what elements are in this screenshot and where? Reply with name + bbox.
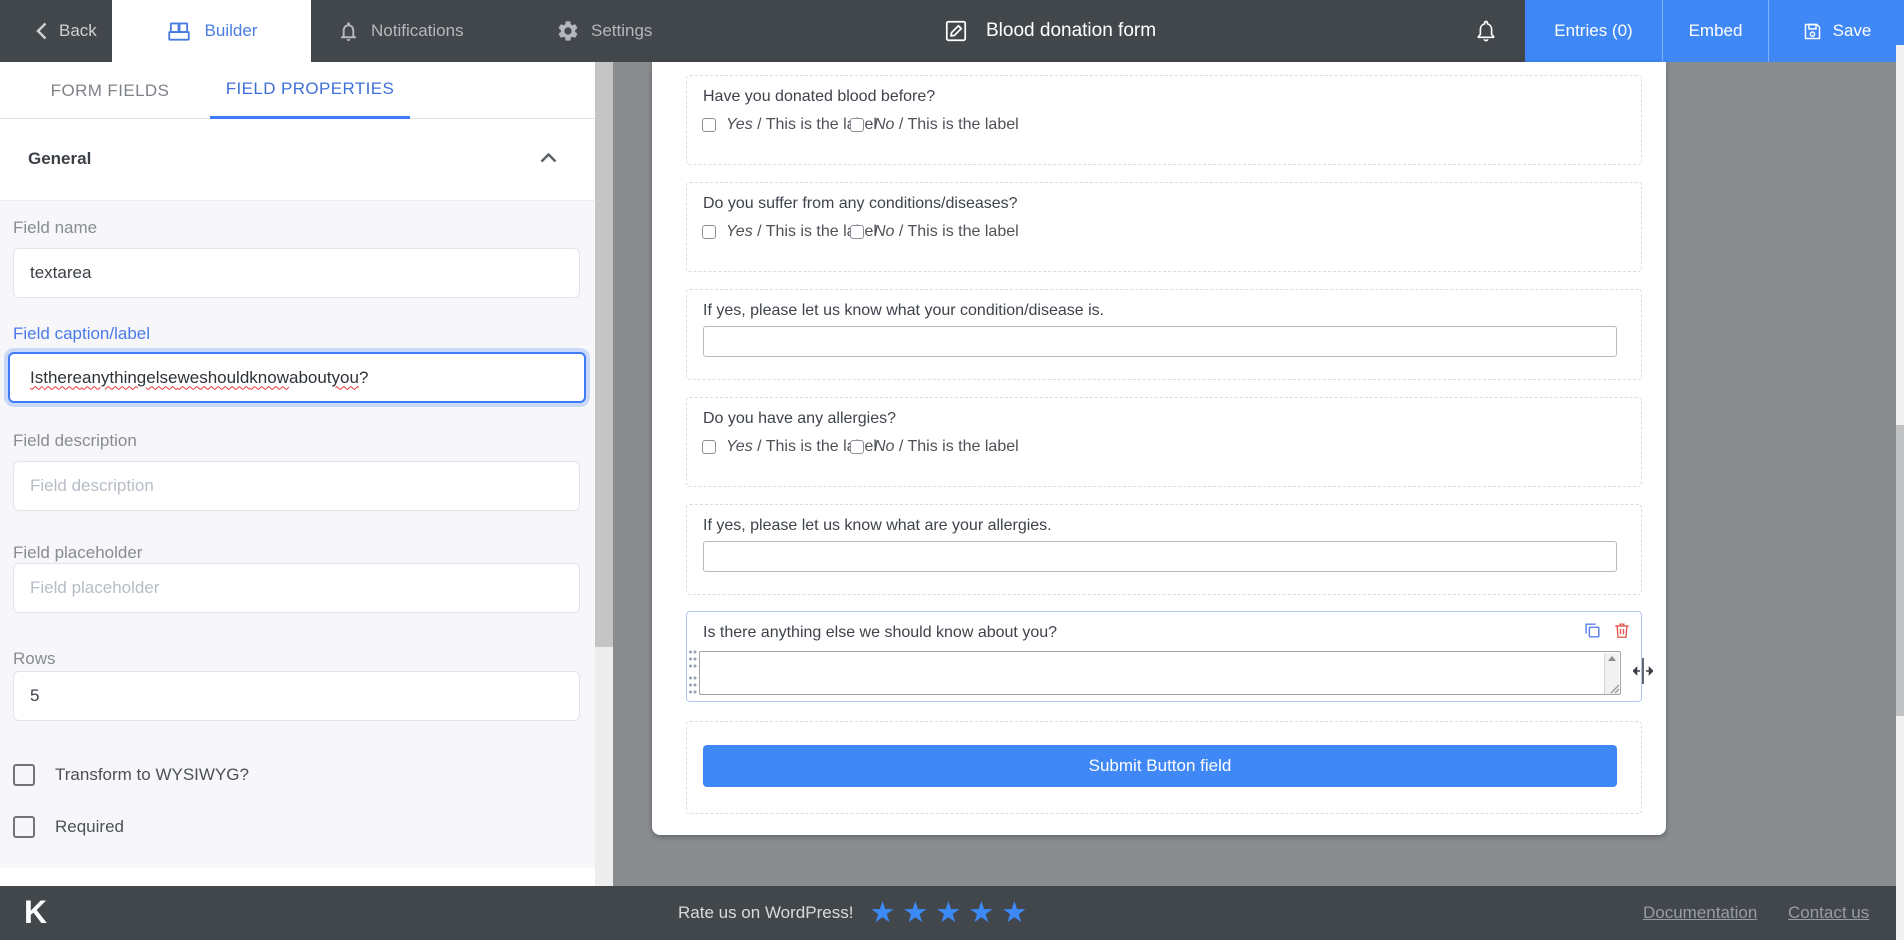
field-placeholder-input[interactable] (13, 563, 580, 613)
back-label: Back (59, 21, 97, 40)
option-no[interactable]: No / This is the label (850, 438, 1019, 456)
rows-input[interactable] (13, 671, 580, 721)
option-label: No / This is the label (874, 438, 1019, 455)
checkbox[interactable] (702, 118, 716, 132)
tab-notifications[interactable]: Notifications (337, 0, 464, 62)
gear-icon (558, 21, 578, 41)
rows-label: Rows (13, 649, 56, 668)
tab-field-properties[interactable]: FIELD PROPERTIES (210, 62, 410, 119)
field-label: Do you have any allergies? (703, 410, 897, 427)
field-properties-panel: Field name Field caption/label Is there … (0, 200, 595, 868)
tab-builder[interactable]: Builder (112, 0, 311, 62)
save-floppy-icon (1804, 23, 1820, 39)
option-label: No / This is the label (874, 223, 1019, 240)
option-no[interactable]: No / This is the label (850, 116, 1019, 134)
option-no[interactable]: No / This is the label (850, 223, 1019, 241)
field-name-input[interactable] (13, 248, 580, 298)
checkbox[interactable] (850, 225, 864, 239)
field-name-label: Field name (13, 218, 98, 237)
general-section-title: General (28, 149, 92, 168)
rate-us-text: Rate us on WordPress! (678, 903, 854, 922)
field-description-label: Field description (13, 431, 137, 450)
field-label: Have you donated blood before? (703, 88, 936, 105)
embed-button[interactable]: Embed (1662, 0, 1768, 62)
field-label: Is there anything else we should know ab… (703, 624, 1058, 641)
topbar-actions: Entries (0) Embed Save (1525, 0, 1904, 62)
tab-form-fields[interactable]: FORM FIELDS (40, 62, 180, 119)
option-label: No / This is the label (874, 116, 1019, 133)
save-button-label: Save (1832, 21, 1872, 40)
field-label: Do you suffer from any conditions/diseas… (703, 195, 1018, 212)
documentation-link[interactable]: Documentation (1643, 903, 1757, 923)
wysiwyg-checkbox-box[interactable] (13, 764, 35, 786)
builder-bricks-icon (167, 22, 190, 41)
textarea-scroll-up-arrow[interactable] (1608, 656, 1616, 661)
textarea-resize-grip[interactable] (1608, 682, 1620, 694)
field-label: If yes, please let us know what your con… (703, 302, 1105, 319)
field-row-allergies-detail[interactable]: If yes, please let us know what are your… (686, 504, 1642, 595)
field-row-conditions[interactable]: Do you suffer from any conditions/diseas… (686, 182, 1642, 272)
field-label: If yes, please let us know what are your… (703, 517, 1052, 534)
tab-settings[interactable]: Settings (556, 0, 652, 62)
form-preview-card: Have you donated blood before? Yes / Thi… (652, 62, 1666, 835)
entries-button-label: Entries (0) (1554, 21, 1633, 40)
required-checkbox[interactable]: Required (13, 816, 124, 838)
form-title-group: Blood donation form (943, 0, 1156, 62)
general-section-header[interactable]: General (0, 119, 595, 200)
top-bar: Back Builder Notifications Settings Bloo… (0, 0, 1904, 62)
tab-notifications-label: Notifications (371, 21, 464, 40)
delete-trash-icon[interactable] (1613, 620, 1631, 641)
form-preview-area: Have you donated blood before? Yes / Thi… (613, 62, 1896, 886)
rating-stars[interactable]: ★★★★★ (869, 886, 1034, 940)
bell-icon (340, 21, 357, 41)
sidebar-tabs: FORM FIELDS FIELD PROPERTIES (0, 62, 595, 119)
field-description-input[interactable] (13, 461, 580, 511)
contact-us-link[interactable]: Contact us (1788, 903, 1869, 923)
back-button[interactable]: Back (36, 0, 97, 62)
sidebar: FORM FIELDS FIELD PROPERTIES General Fie… (0, 62, 595, 886)
field-row-textarea-selected[interactable]: Is there anything else we should know ab… (686, 611, 1653, 702)
wysiwyg-checkbox[interactable]: Transform to WYSIWYG? (13, 764, 249, 786)
page-scrollbar-thumb[interactable] (1896, 425, 1904, 716)
chevron-up-icon[interactable] (540, 153, 557, 163)
drag-handle-icon[interactable] (688, 648, 697, 696)
kali-forms-logo: K (24, 894, 48, 930)
embed-button-label: Embed (1688, 21, 1743, 40)
save-button[interactable]: Save (1768, 0, 1904, 62)
field-placeholder-label: Field placeholder (13, 543, 143, 562)
field-row-donated-before[interactable]: Have you donated blood before? Yes / Thi… (686, 75, 1642, 165)
field-row-allergies[interactable]: Do you have any allergies? Yes / This is… (686, 397, 1642, 487)
chevron-left-icon (36, 22, 47, 40)
sidebar-scrollbar[interactable] (595, 62, 613, 886)
tab-settings-label: Settings (591, 21, 653, 40)
checkbox[interactable] (702, 225, 716, 239)
footer: K Rate us on WordPress! ★★★★★ Documentat… (0, 886, 1896, 940)
tab-builder-label: Builder (204, 21, 258, 40)
duplicate-icon[interactable] (1583, 620, 1602, 641)
edit-pencil-icon[interactable] (943, 18, 969, 44)
app-window: Back Builder Notifications Settings Bloo… (0, 0, 1904, 940)
entries-button[interactable]: Entries (0) (1525, 0, 1662, 62)
form-title: Blood donation form (986, 20, 1157, 41)
submit-button[interactable]: Submit Button field (703, 745, 1617, 787)
textarea-input[interactable] (699, 651, 1621, 695)
field-caption-label: Field caption/label (13, 324, 151, 343)
text-input[interactable] (703, 326, 1617, 357)
rate-us-group: Rate us on WordPress! ★★★★★ (678, 886, 1034, 940)
page-scrollbar[interactable] (1896, 45, 1904, 940)
resize-width-handle-icon[interactable] (1633, 654, 1653, 688)
checkbox[interactable] (850, 440, 864, 454)
field-row-submit[interactable]: Submit Button field (686, 721, 1642, 814)
checkbox[interactable] (702, 440, 716, 454)
required-checkbox-box[interactable] (13, 816, 35, 838)
text-input[interactable] (703, 541, 1617, 572)
sidebar-scrollbar-thumb[interactable] (595, 62, 613, 647)
checkbox[interactable] (850, 118, 864, 132)
field-caption-input[interactable]: Is there anything else we should know ab… (8, 352, 586, 403)
notification-bell-icon[interactable] (1473, 17, 1499, 45)
required-checkbox-label: Required (55, 817, 124, 836)
field-row-condition-detail[interactable]: If yes, please let us know what your con… (686, 289, 1642, 380)
wysiwyg-checkbox-label: Transform to WYSIWYG? (55, 765, 249, 784)
